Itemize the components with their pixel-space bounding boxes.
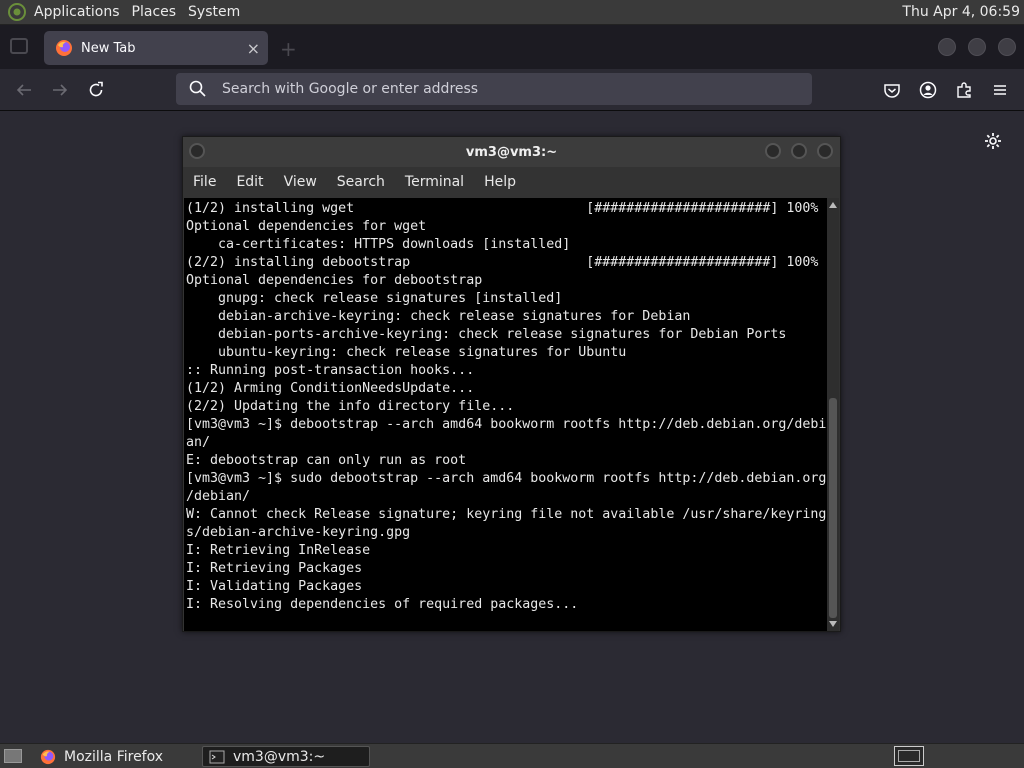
terminal-line: (1/2) installing wget [#################… — [186, 201, 819, 216]
url-bar[interactable]: Search with Google or enter address — [176, 73, 812, 105]
terminal-line: debian-ports-archive-keyring: check rele… — [186, 327, 787, 342]
new-tab-button[interactable]: + — [280, 37, 297, 61]
menu-search[interactable]: Search — [327, 174, 395, 190]
taskbar-item-terminal[interactable]: vm3@vm3:~ — [202, 746, 370, 767]
account-icon[interactable] — [916, 78, 940, 102]
clock[interactable]: Thu Apr 4, 06:59 — [902, 4, 1020, 20]
workspace-switcher[interactable] — [894, 746, 924, 766]
taskbar-item-label: vm3@vm3:~ — [233, 748, 326, 765]
terminal-line: /debian/ — [186, 489, 251, 504]
terminal-line: gnupg: check release signatures [install… — [186, 291, 563, 306]
terminal-text: (1/2) installing wget [#################… — [184, 198, 827, 614]
workspace-window-preview — [898, 750, 920, 762]
firefox-navbar: Search with Google or enter address — [0, 69, 1024, 111]
terminal-line: an/ — [186, 435, 211, 450]
scrollbar-thumb[interactable] — [829, 398, 837, 618]
tab-title: New Tab — [81, 40, 136, 56]
maximize-button[interactable] — [968, 38, 986, 56]
terminal-maximize-button[interactable] — [791, 143, 807, 159]
taskbar-item-firefox[interactable]: Mozilla Firefox — [34, 746, 194, 767]
menu-hamburger-icon[interactable] — [988, 78, 1012, 102]
terminal-minimize-button[interactable] — [765, 143, 781, 159]
terminal-line: :: Running post-transaction hooks... — [186, 363, 475, 378]
places-menu[interactable]: Places — [132, 4, 185, 20]
terminal-line: (2/2) Updating the info directory file..… — [186, 399, 515, 414]
sidebar-icon[interactable] — [10, 38, 28, 54]
tab-close-icon[interactable]: × — [247, 39, 260, 58]
applications-menu[interactable]: Applications — [34, 4, 128, 20]
back-arrow-icon[interactable] — [12, 78, 36, 102]
forward-arrow-icon[interactable] — [48, 78, 72, 102]
terminal-output[interactable]: (1/2) installing wget [#################… — [184, 198, 827, 631]
terminal-icon — [209, 750, 225, 763]
terminal-line: Optional dependencies for debootstrap — [186, 273, 483, 288]
terminal-titlebar[interactable]: vm3@vm3:~ — [183, 137, 840, 167]
terminal-line: ca-certificates: HTTPS downloads [instal… — [186, 237, 571, 252]
terminal-line: (1/2) Arming ConditionNeedsUpdate... — [186, 381, 475, 396]
terminal-line: E: debootstrap can only run as root — [186, 453, 467, 468]
terminal-window[interactable]: vm3@vm3:~ File Edit View Search Terminal… — [182, 136, 841, 632]
search-icon — [189, 80, 206, 97]
terminal-line: I: Retrieving InRelease — [186, 543, 371, 558]
terminal-scrollbar[interactable] — [827, 198, 839, 631]
terminal-line: [vm3@vm3 ~]$ sudo debootstrap --arch amd… — [186, 471, 827, 486]
menu-file[interactable]: File — [183, 174, 226, 190]
terminal-line: [vm3@vm3 ~]$ debootstrap --arch amd64 bo… — [186, 417, 827, 432]
terminal-line: (2/2) installing debootstrap [##########… — [186, 255, 819, 270]
extensions-icon[interactable] — [952, 78, 976, 102]
terminal-line: s/debian-archive-keyring.gpg — [186, 525, 411, 540]
system-menu[interactable]: System — [188, 4, 248, 20]
menu-edit[interactable]: Edit — [226, 174, 273, 190]
distro-logo-icon[interactable] — [6, 1, 28, 23]
gear-icon[interactable] — [983, 131, 1003, 151]
terminal-line: ubuntu-keyring: check release signatures… — [186, 345, 627, 360]
terminal-line: I: Resolving dependencies of required pa… — [186, 597, 579, 612]
firefox-icon — [56, 40, 72, 56]
scroll-up-arrow-icon[interactable] — [829, 202, 837, 208]
minimize-button[interactable] — [938, 38, 956, 56]
terminal-line: debian-archive-keyring: check release si… — [186, 309, 691, 324]
top-panel: Applications Places System Thu Apr 4, 06… — [0, 0, 1024, 25]
menu-help[interactable]: Help — [474, 174, 526, 190]
url-placeholder: Search with Google or enter address — [222, 81, 479, 97]
terminal-line: W: Cannot check Release signature; keyri… — [186, 507, 827, 522]
bottom-panel: Mozilla Firefox vm3@vm3:~ — [0, 743, 1024, 768]
terminal-menubar: File Edit View Search Terminal Help — [183, 167, 840, 196]
close-button[interactable] — [998, 38, 1016, 56]
menu-terminal[interactable]: Terminal — [395, 174, 474, 190]
firefox-tab-strip: New Tab × + — [0, 25, 1024, 69]
firefox-icon — [40, 749, 56, 764]
scroll-down-arrow-icon[interactable] — [829, 621, 837, 627]
reload-icon[interactable] — [84, 78, 108, 102]
pocket-icon[interactable] — [880, 78, 904, 102]
terminal-line: Optional dependencies for wget — [186, 219, 427, 234]
show-desktop-icon[interactable] — [4, 749, 22, 763]
terminal-close-button[interactable] — [817, 143, 833, 159]
tab-new-tab[interactable]: New Tab × — [44, 31, 268, 65]
terminal-line: I: Retrieving Packages — [186, 561, 363, 576]
menu-view[interactable]: View — [274, 174, 327, 190]
terminal-title: vm3@vm3:~ — [465, 145, 558, 160]
terminal-line: I: Validating Packages — [186, 579, 363, 594]
taskbar-item-label: Mozilla Firefox — [64, 748, 164, 765]
